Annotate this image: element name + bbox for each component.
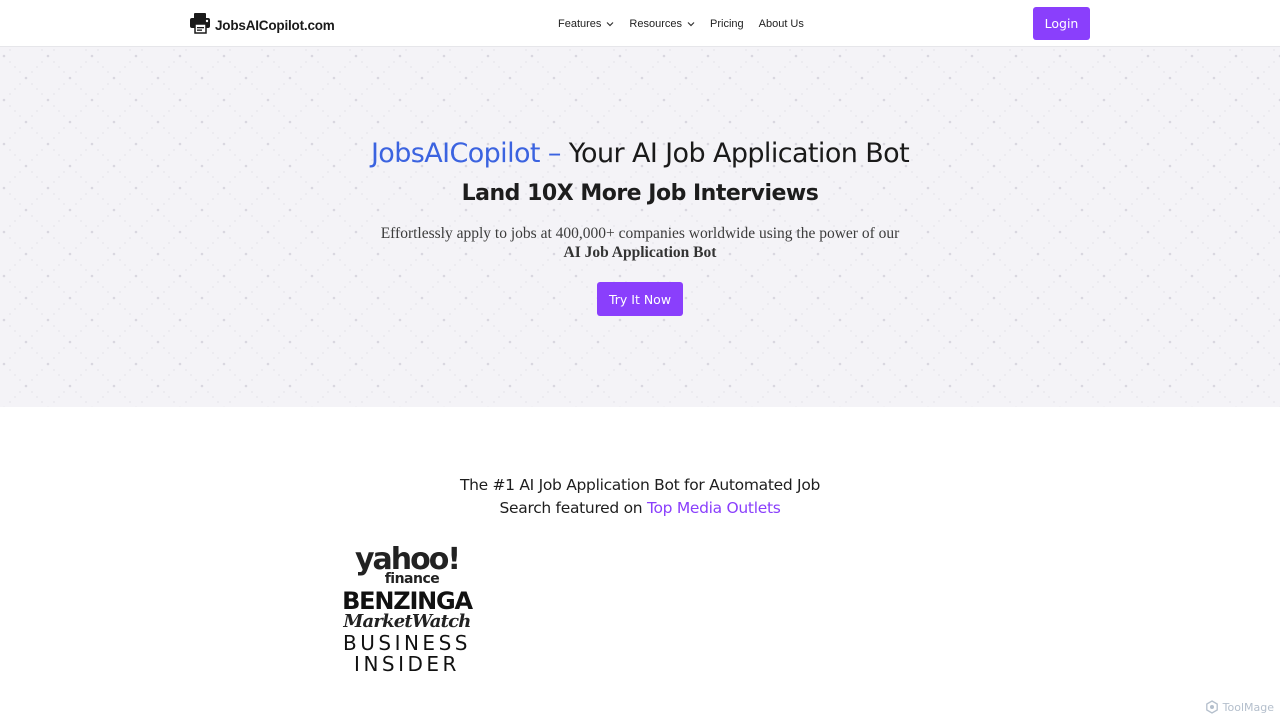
hero-title-rest: Your AI Job Application Bot <box>560 138 910 169</box>
watermark-text: ToolMage <box>1222 700 1274 714</box>
menu-item-label: Features <box>558 17 602 30</box>
site-logo[interactable]: JobsAICopilot.com <box>189 12 335 34</box>
chevron-down-icon <box>687 21 695 26</box>
menu-item-resources[interactable]: Resources <box>629 18 695 30</box>
main-menu: Features Resources Pricing About Us <box>558 0 819 47</box>
toolmage-icon <box>1205 700 1218 714</box>
hero-title: JobsAICopilot – Your AI Job Application … <box>0 138 1280 169</box>
business-insider-line-1: BUSINESS <box>343 630 471 655</box>
media-logos: yahoo! finance BENZINGA MarketWatch BUSI… <box>340 542 474 676</box>
hero-title-brand: JobsAICopilot – <box>370 138 561 169</box>
menu-item-label: Resources <box>629 17 682 30</box>
printer-logo-icon <box>190 13 210 34</box>
yahoo-finance-logo: yahoo! finance <box>340 542 474 586</box>
logo-text: JobsAICopilot.com <box>215 17 335 33</box>
hero-subtitle: Land 10X More Job Interviews <box>461 181 819 206</box>
hero-description: Effortlessly apply to jobs at 400,000+ c… <box>0 224 1280 262</box>
featured-line-2: Search featured on Top Media Outlets <box>0 497 1280 520</box>
menu-item-label: About Us <box>758 17 804 30</box>
menu-item-about-us[interactable]: About Us <box>759 18 804 30</box>
featured-heading: The #1 AI Job Application Bot for Automa… <box>0 474 1280 520</box>
yahoo-logo-main: yahoo! <box>354 542 461 577</box>
featured-highlight: Top Media Outlets <box>646 499 781 517</box>
menu-item-label: Pricing <box>710 17 744 30</box>
menu-item-features[interactable]: Features <box>558 18 614 30</box>
try-it-now-button[interactable]: Try It Now <box>597 282 683 316</box>
business-insider-line-2: INSIDER <box>354 651 460 676</box>
hero-description-strong: AI Job Application Bot <box>563 244 717 261</box>
hero-description-text: Effortlessly apply to jobs at 400,000+ c… <box>380 225 900 242</box>
benzinga-logo: BENZINGA <box>342 586 473 615</box>
featured-line-2-prefix: Search featured on <box>499 499 647 517</box>
login-button[interactable]: Login <box>1033 7 1090 40</box>
marketwatch-logo: MarketWatch <box>343 610 471 632</box>
top-navigation-bar: JobsAICopilot.com Features Resources Pri… <box>0 0 1280 47</box>
business-insider-logo: BUSINESS INSIDER <box>340 630 474 676</box>
hero-section: JobsAICopilot – Your AI Job Application … <box>0 47 1280 407</box>
menu-item-pricing[interactable]: Pricing <box>710 18 744 30</box>
toolmage-watermark: ToolMage <box>1205 700 1274 714</box>
featured-line-1: The #1 AI Job Application Bot for Automa… <box>459 476 821 494</box>
chevron-down-icon <box>606 21 614 26</box>
